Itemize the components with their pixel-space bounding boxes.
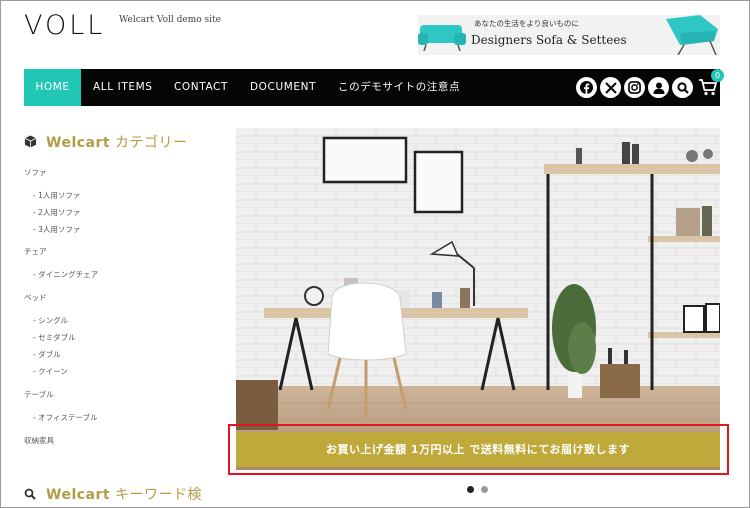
subcategory-queen[interactable]: - クイーン <box>33 366 68 377</box>
category-storage[interactable]: 収納家具 <box>24 435 54 446</box>
instagram-icon[interactable] <box>624 77 645 98</box>
subcategory-dining-chair[interactable]: - ダイニングチェア <box>33 269 98 280</box>
user-icon[interactable] <box>648 77 669 98</box>
subcategory-sofa-2[interactable]: - 2人用ソファ <box>33 207 80 218</box>
nav-contact[interactable]: CONTACT <box>174 69 228 106</box>
highlight-box <box>228 424 729 475</box>
slider-dot-1[interactable] <box>467 486 474 493</box>
cube-icon <box>24 135 37 148</box>
armchair-image <box>418 25 466 51</box>
subcategory-sofa-3[interactable]: - 3人用ソファ <box>33 224 80 235</box>
header-banner[interactable]: あなたの生活をより良いものに Designers Sofa & Settees <box>418 15 720 55</box>
slider-dot-2[interactable] <box>481 486 488 493</box>
keyword-heading-text: キーワード検 <box>110 487 203 503</box>
category-heading-text: カテゴリー <box>110 135 188 151</box>
facebook-icon[interactable] <box>576 77 597 98</box>
site-logo[interactable]: VOLL <box>24 10 105 41</box>
cart-icon[interactable]: 0 <box>698 69 724 98</box>
category-table[interactable]: テーブル <box>24 389 54 400</box>
nav-home[interactable]: HOME <box>24 69 81 106</box>
office-desk-photo <box>236 128 720 470</box>
main-nav: HOME ALL ITEMS CONTACT DOCUMENT このデモサイトの… <box>24 69 724 106</box>
keyword-heading-brand: Welcart <box>46 487 111 503</box>
x-icon[interactable] <box>600 77 621 98</box>
subcategory-sofa-1[interactable]: - 1人用ソファ <box>33 190 80 201</box>
category-bed[interactable]: ベッド <box>24 292 47 303</box>
category-heading-brand: Welcart <box>46 135 111 151</box>
lounge-chair-image <box>666 15 718 55</box>
site-tagline: Welcart Voll demo site <box>119 15 221 25</box>
search-icon <box>24 488 36 500</box>
hero-slide[interactable] <box>236 128 720 470</box>
category-heading: Welcart カテゴリー <box>24 132 188 152</box>
nav-all-items[interactable]: ALL ITEMS <box>93 69 153 106</box>
subcategory-single[interactable]: - シングル <box>33 315 68 326</box>
keyword-heading: Welcart キーワード検 <box>24 484 202 504</box>
subcategory-double[interactable]: - ダブル <box>33 349 61 360</box>
subcategory-semi-double[interactable]: - セミダブル <box>33 332 76 343</box>
nav-demo-notes[interactable]: このデモサイトの注意点 <box>338 69 460 106</box>
banner-title: Designers Sofa & Settees <box>471 33 627 47</box>
cart-count-badge: 0 <box>711 69 724 82</box>
search-icon[interactable] <box>672 77 693 98</box>
subcategory-office-table[interactable]: - オフィステーブル <box>33 412 98 423</box>
category-sofa[interactable]: ソファ <box>24 167 47 178</box>
nav-document[interactable]: DOCUMENT <box>250 69 316 106</box>
category-chair[interactable]: チェア <box>24 246 47 257</box>
banner-subtitle: あなたの生活をより良いものに <box>474 19 579 28</box>
